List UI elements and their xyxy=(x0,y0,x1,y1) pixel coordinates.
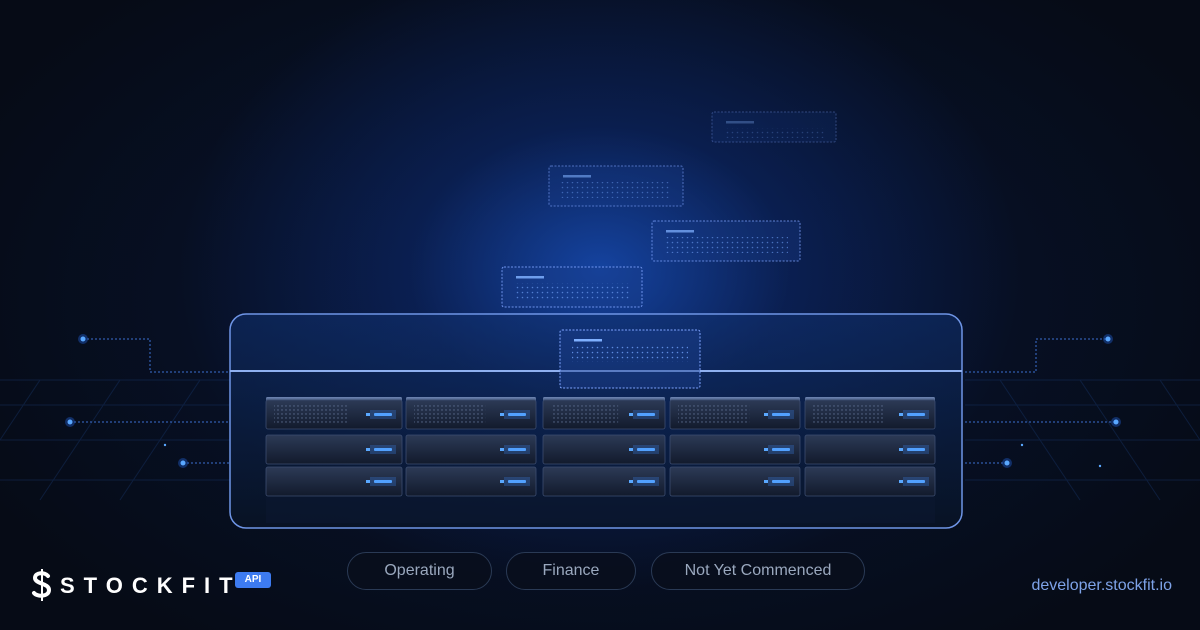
server-unit xyxy=(542,466,666,497)
rack-reflection xyxy=(266,497,935,523)
server-unit xyxy=(804,434,936,465)
server-unit xyxy=(265,397,403,430)
server-unit xyxy=(669,466,801,497)
server-unit xyxy=(669,434,801,465)
category-pill-not-yet-commenced: Not Yet Commenced xyxy=(651,552,865,590)
api-badge: API xyxy=(235,572,271,588)
dollar-s-icon xyxy=(32,569,52,601)
server-unit xyxy=(405,466,537,497)
developer-url: developer.stockfit.io xyxy=(1031,577,1172,594)
server-unit xyxy=(669,397,801,430)
server-rack xyxy=(265,397,936,523)
category-pill-operating: Operating xyxy=(347,552,492,590)
server-unit xyxy=(542,397,666,430)
server-unit xyxy=(542,434,666,465)
server-unit xyxy=(265,434,403,465)
circuit-nodes-right xyxy=(1002,334,1121,468)
category-pill-finance: Finance xyxy=(506,552,636,590)
circuit-nodes-left xyxy=(65,334,188,468)
floating-server xyxy=(711,111,837,143)
circuit-traces-left xyxy=(70,338,230,464)
server-unit xyxy=(405,397,537,430)
server-unit xyxy=(265,466,403,497)
floating-server xyxy=(501,266,643,308)
floating-server xyxy=(548,165,684,207)
server-unit xyxy=(804,466,936,497)
floating-server xyxy=(651,220,801,262)
brand-wordmark: STOCKFIT xyxy=(60,573,242,598)
floating-server xyxy=(559,329,701,389)
server-illustration xyxy=(0,111,1200,529)
server-unit xyxy=(804,397,936,430)
server-unit xyxy=(405,434,537,465)
circuit-traces-right xyxy=(965,338,1116,464)
